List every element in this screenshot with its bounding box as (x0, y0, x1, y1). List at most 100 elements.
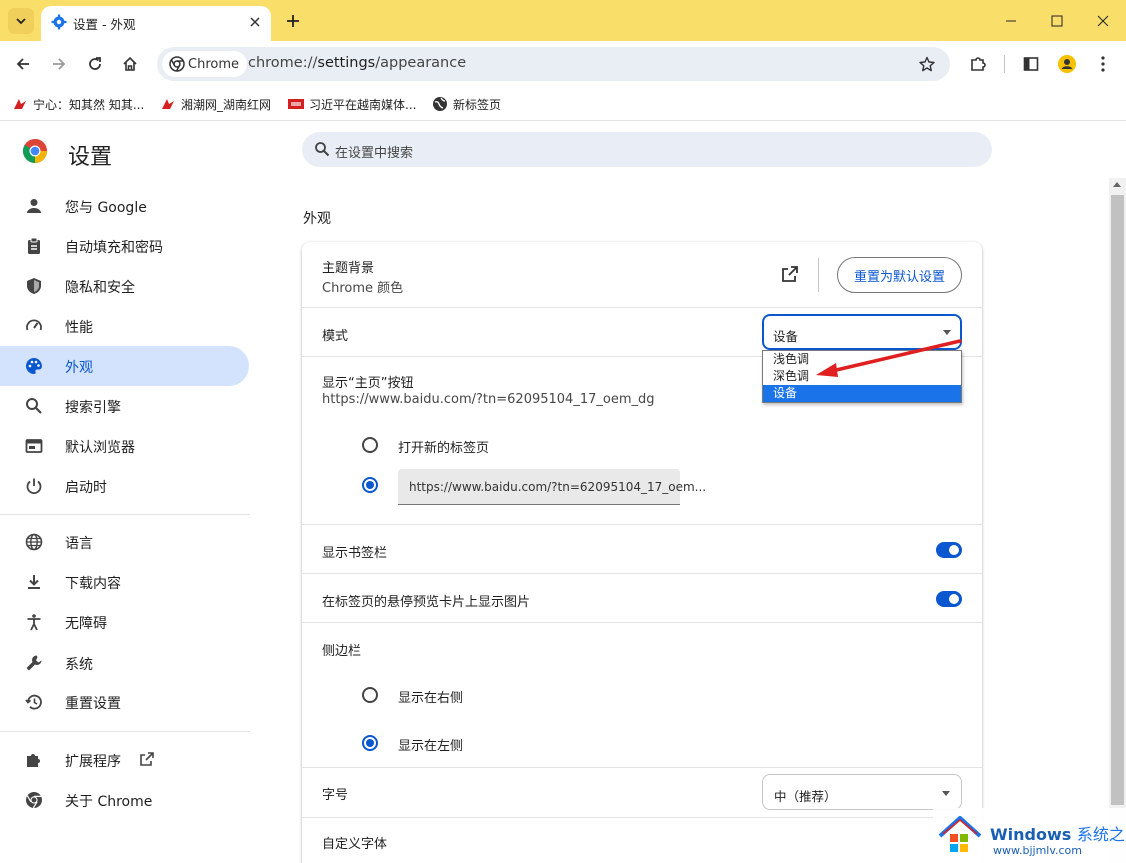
avatar-icon (1058, 55, 1076, 73)
hover-preview-toggle[interactable] (936, 591, 962, 607)
font-size-select[interactable]: 中（推荐） (762, 774, 962, 810)
theme-subtitle: Chrome 颜色 (322, 281, 404, 296)
mode-option-device[interactable]: 设备 (763, 385, 961, 402)
new-tab-button[interactable] (280, 8, 306, 34)
maximize-button[interactable] (1034, 0, 1080, 41)
scroll-up-arrow-icon[interactable] (1113, 182, 1121, 187)
open-theme-link-button[interactable] (781, 265, 803, 287)
forward-button[interactable] (46, 51, 72, 77)
sidebar-item-about-chrome[interactable]: 关于 Chrome (0, 780, 249, 820)
url-text[interactable]: chrome://settings/appearance (248, 55, 466, 71)
home-url-input[interactable]: https://www.baidu.com/?tn=62095104_17_oe… (398, 469, 706, 505)
watermark-url: www.bjjmlv.com (993, 844, 1082, 857)
toolbar-divider (1004, 55, 1005, 73)
url-host: settings (317, 55, 376, 71)
clipboard-icon (24, 236, 44, 256)
minimize-button[interactable] (988, 0, 1034, 41)
chrome-logo-icon (22, 139, 48, 164)
extensions-button[interactable] (965, 51, 991, 77)
address-bar[interactable]: Chrome chrome://settings/appearance (157, 47, 950, 81)
profile-button[interactable] (1054, 51, 1080, 77)
row-divider (302, 524, 982, 525)
sidebar-item-label: 外观 (65, 360, 93, 376)
sidebar-item-system[interactable]: 系统 (0, 643, 249, 683)
radio-side-panel-left[interactable] (362, 735, 378, 751)
sidebar-item-you-and-google[interactable]: 您与 Google (0, 186, 249, 226)
reset-theme-button[interactable]: 重置为默认设置 (837, 257, 962, 293)
tab-search-button[interactable] (8, 8, 34, 34)
close-window-button[interactable] (1080, 0, 1126, 41)
sidebar-item-search-engine[interactable]: 搜索引擎 (0, 386, 249, 426)
bookmarks-bar-toggle[interactable] (936, 542, 962, 558)
scrollbar-thumb[interactable] (1111, 195, 1124, 805)
custom-fonts-label[interactable]: 自定义字体 (322, 833, 387, 852)
bookmark-item[interactable]: 习近平在越南媒体... (288, 94, 416, 114)
external-link-icon (782, 266, 798, 282)
sidebar-item-label: 您与 Google (65, 200, 147, 216)
download-icon (24, 572, 44, 592)
search-icon (315, 142, 330, 157)
sidebar-item-default-browser[interactable]: 默认浏览器 (0, 426, 249, 466)
radio-side-panel-right[interactable] (362, 687, 378, 703)
plus-icon (287, 15, 299, 27)
minimize-icon (1006, 20, 1016, 21)
hover-preview-label: 在标签页的悬停预览卡片上显示图片 (322, 595, 531, 610)
side-panel-icon (1023, 57, 1039, 71)
sidebar-item-on-startup[interactable]: 启动时 (0, 466, 249, 506)
menu-button[interactable] (1090, 51, 1116, 77)
bookmark-item[interactable]: 湘潮网_湖南红网 (160, 94, 271, 114)
sidebar-item-label: 启动时 (65, 480, 107, 496)
row-divider (302, 307, 982, 308)
mode-label: 模式 (322, 329, 349, 344)
theme-title: 主题背景 (322, 261, 375, 276)
sidebar-item-appearance[interactable]: 外观 (0, 346, 249, 386)
search-placeholder: 在设置中搜索 (335, 146, 414, 161)
chrome-icon (169, 56, 185, 72)
sidebar-item-privacy[interactable]: 隐私和安全 (0, 266, 249, 306)
settings-search-input[interactable]: 在设置中搜索 (302, 132, 992, 167)
url-scheme: chrome:// (248, 55, 318, 71)
globe-icon (24, 532, 44, 552)
bookmark-label: 新标签页 (453, 97, 502, 112)
sidebar-item-performance[interactable]: 性能 (0, 306, 249, 346)
sidebar-item-autofill[interactable]: 自动填充和密码 (0, 226, 249, 266)
radio-side-panel-right-label: 显示在右侧 (398, 691, 464, 706)
radio-new-tab[interactable] (362, 437, 378, 453)
toutiao-icon (12, 96, 28, 112)
bookmark-star-button[interactable] (914, 51, 940, 77)
puzzle-icon (971, 57, 986, 71)
bookmark-item[interactable]: 宁心：知其然 知其... (12, 94, 144, 114)
back-button[interactable] (10, 51, 36, 77)
side-panel-button[interactable] (1018, 51, 1044, 77)
toolbar: Chrome chrome://settings/appearance (0, 41, 1126, 87)
bookmark-label: 宁心：知其然 知其... (33, 97, 145, 112)
bookmark-item[interactable]: 新标签页 (432, 94, 501, 114)
sidebar-item-label: 性能 (65, 320, 93, 336)
sidebar-item-label: 无障碍 (65, 616, 107, 632)
sidebar-item-extensions[interactable]: 扩展程序 (0, 740, 249, 780)
row-divider (302, 573, 982, 574)
sidebar-divider (0, 514, 250, 515)
radio-new-tab-label: 打开新的标签页 (398, 441, 490, 456)
title-bar: 设置 - 外观 (0, 0, 1126, 41)
gear-icon (51, 14, 67, 30)
sidebar-item-languages[interactable]: 语言 (0, 522, 249, 562)
tab-settings[interactable]: 设置 - 外观 (41, 6, 271, 41)
more-vert-icon (1101, 56, 1105, 72)
site-info-chip[interactable]: Chrome (162, 51, 247, 77)
row-divider (302, 622, 982, 623)
url-path: /appearance (375, 55, 467, 71)
annotation-arrow-icon (816, 339, 962, 377)
mode-select-value: 设备 (773, 329, 799, 344)
reload-button[interactable] (82, 51, 108, 77)
sidebar-item-accessibility[interactable]: 无障碍 (0, 602, 249, 642)
browser-icon (24, 436, 44, 456)
radio-custom-url[interactable] (362, 477, 378, 493)
close-icon (250, 17, 260, 27)
sidebar-item-label: 默认浏览器 (65, 440, 135, 456)
tab-close-button[interactable] (245, 12, 265, 32)
sidebar-item-downloads[interactable]: 下载内容 (0, 562, 249, 602)
home-button[interactable] (117, 51, 143, 77)
sidebar-item-reset[interactable]: 重置设置 (0, 682, 249, 722)
side-panel-label: 侧边栏 (322, 644, 362, 659)
